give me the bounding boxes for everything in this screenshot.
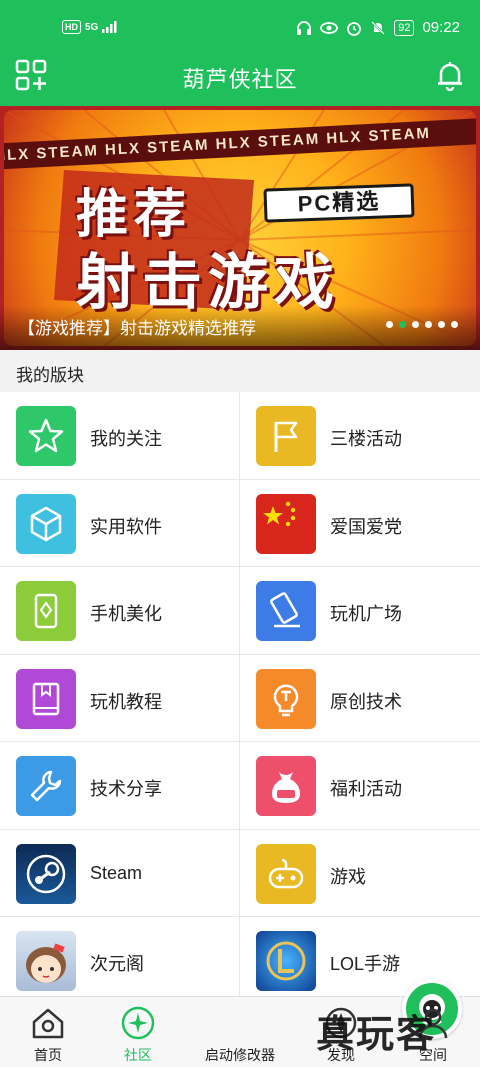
- board-label: 技术分享: [90, 779, 162, 799]
- carousel-dot[interactable]: [386, 321, 393, 328]
- tab-home[interactable]: 首页: [0, 997, 96, 1067]
- tab-label: 启动修改器: [205, 1047, 275, 1063]
- home-icon: [32, 1008, 64, 1039]
- bell-icon[interactable]: [434, 59, 466, 91]
- bulb-icon: [256, 668, 316, 729]
- board-item-games[interactable]: 游戏: [240, 830, 480, 917]
- network-5g-label: 5G: [85, 21, 99, 33]
- anime-avatar-icon: [16, 931, 76, 991]
- hd-badge: HD: [62, 20, 81, 34]
- board-label: LOL手游: [330, 954, 401, 974]
- board-item-patriotic[interactable]: 爱国爱党: [240, 480, 480, 567]
- board-item-original-tech[interactable]: 原创技术: [240, 655, 480, 742]
- tablet-icon: [256, 581, 316, 641]
- lol-icon: [256, 931, 316, 991]
- board-label: 爱国爱党: [330, 516, 402, 537]
- steam-icon: [16, 843, 76, 904]
- clock: 09:22: [422, 19, 460, 36]
- tab-launcher[interactable]: 启动修改器: [192, 979, 462, 1067]
- banner-caption: 【游戏推荐】射击游戏精选推荐: [18, 319, 256, 338]
- flag-icon: [256, 406, 316, 466]
- carousel-dot[interactable]: [438, 321, 445, 328]
- board-item-welfare[interactable]: 福利活动: [240, 742, 480, 830]
- board-label: 次元阁: [90, 954, 144, 974]
- mute-bell-icon: [371, 20, 386, 35]
- tab-label: 社区: [124, 1047, 152, 1063]
- watermark: 真玩客: [316, 1014, 437, 1056]
- board-label: 手机美化: [90, 604, 162, 624]
- carousel-dot-active[interactable]: [399, 321, 406, 328]
- community-icon: [121, 1006, 155, 1040]
- carousel-dot[interactable]: [425, 321, 432, 328]
- carousel-dot[interactable]: [451, 321, 458, 328]
- board-item-software[interactable]: 实用软件: [0, 479, 240, 567]
- board-label: 三楼活动: [330, 429, 402, 449]
- board-item-tutorial[interactable]: 玩机教程: [0, 654, 240, 742]
- section-header: 我的版块: [0, 350, 480, 392]
- carousel-dot[interactable]: [412, 321, 419, 328]
- board-label: Steam: [90, 862, 143, 883]
- tab-community[interactable]: 社区: [90, 997, 186, 1067]
- board-label: 我的关注: [90, 429, 162, 449]
- board-item-tech-share[interactable]: 技术分享: [0, 742, 240, 830]
- gamepad-icon: [256, 843, 316, 904]
- board-label: 游戏: [330, 866, 366, 887]
- page-title: 葫芦侠社区: [182, 67, 298, 92]
- top-bar: HD 5G 92 09:22 葫芦侠社区: [0, 0, 480, 106]
- board-label: 实用软件: [90, 516, 162, 537]
- book-icon: [16, 668, 76, 729]
- headphones-icon: [297, 20, 312, 35]
- lucky-bag-icon: [256, 756, 316, 816]
- board-item-anime[interactable]: 次元阁: [0, 917, 240, 996]
- promo-banner[interactable]: HLX STEAM HLX STEAM HLX STEAM HLX STEAM …: [0, 106, 480, 350]
- carousel-dots[interactable]: [386, 321, 458, 328]
- board-grid: 我的关注 三楼活动 实用软件 爱国爱党 手机美化 玩机广场 玩机教程 原创技术 …: [0, 392, 480, 996]
- status-right: 92 09:22: [296, 19, 460, 36]
- network-indicators: HD 5G: [62, 20, 118, 34]
- board-label: 福利活动: [330, 779, 402, 799]
- board-item-steam[interactable]: Steam: [0, 829, 240, 917]
- banner-tag: PC精选: [263, 183, 415, 223]
- wrench-icon: [16, 756, 76, 816]
- battery-indicator: 92: [394, 19, 415, 36]
- board-item-theme[interactable]: 手机美化: [0, 567, 240, 655]
- phone-diamond-icon: [16, 581, 76, 641]
- cube-icon: [16, 493, 76, 554]
- board-item-my-follow[interactable]: 我的关注: [0, 392, 240, 480]
- board-item-third-floor[interactable]: 三楼活动: [240, 392, 480, 480]
- alarm-icon: [347, 21, 362, 36]
- board-label: 玩机广场: [330, 604, 402, 624]
- section-title: 我的版块: [16, 366, 84, 385]
- tab-label: 首页: [34, 1047, 62, 1063]
- eye-icon: [320, 21, 339, 34]
- board-label: 玩机教程: [90, 691, 162, 712]
- board-item-phone-square[interactable]: 玩机广场: [240, 567, 480, 655]
- board-label: 原创技术: [330, 691, 402, 712]
- status-bar: HD 5G 92 09:22: [0, 0, 480, 58]
- star-icon: [16, 406, 76, 466]
- china-flag-icon: [256, 493, 316, 554]
- signal-icon: [102, 21, 117, 33]
